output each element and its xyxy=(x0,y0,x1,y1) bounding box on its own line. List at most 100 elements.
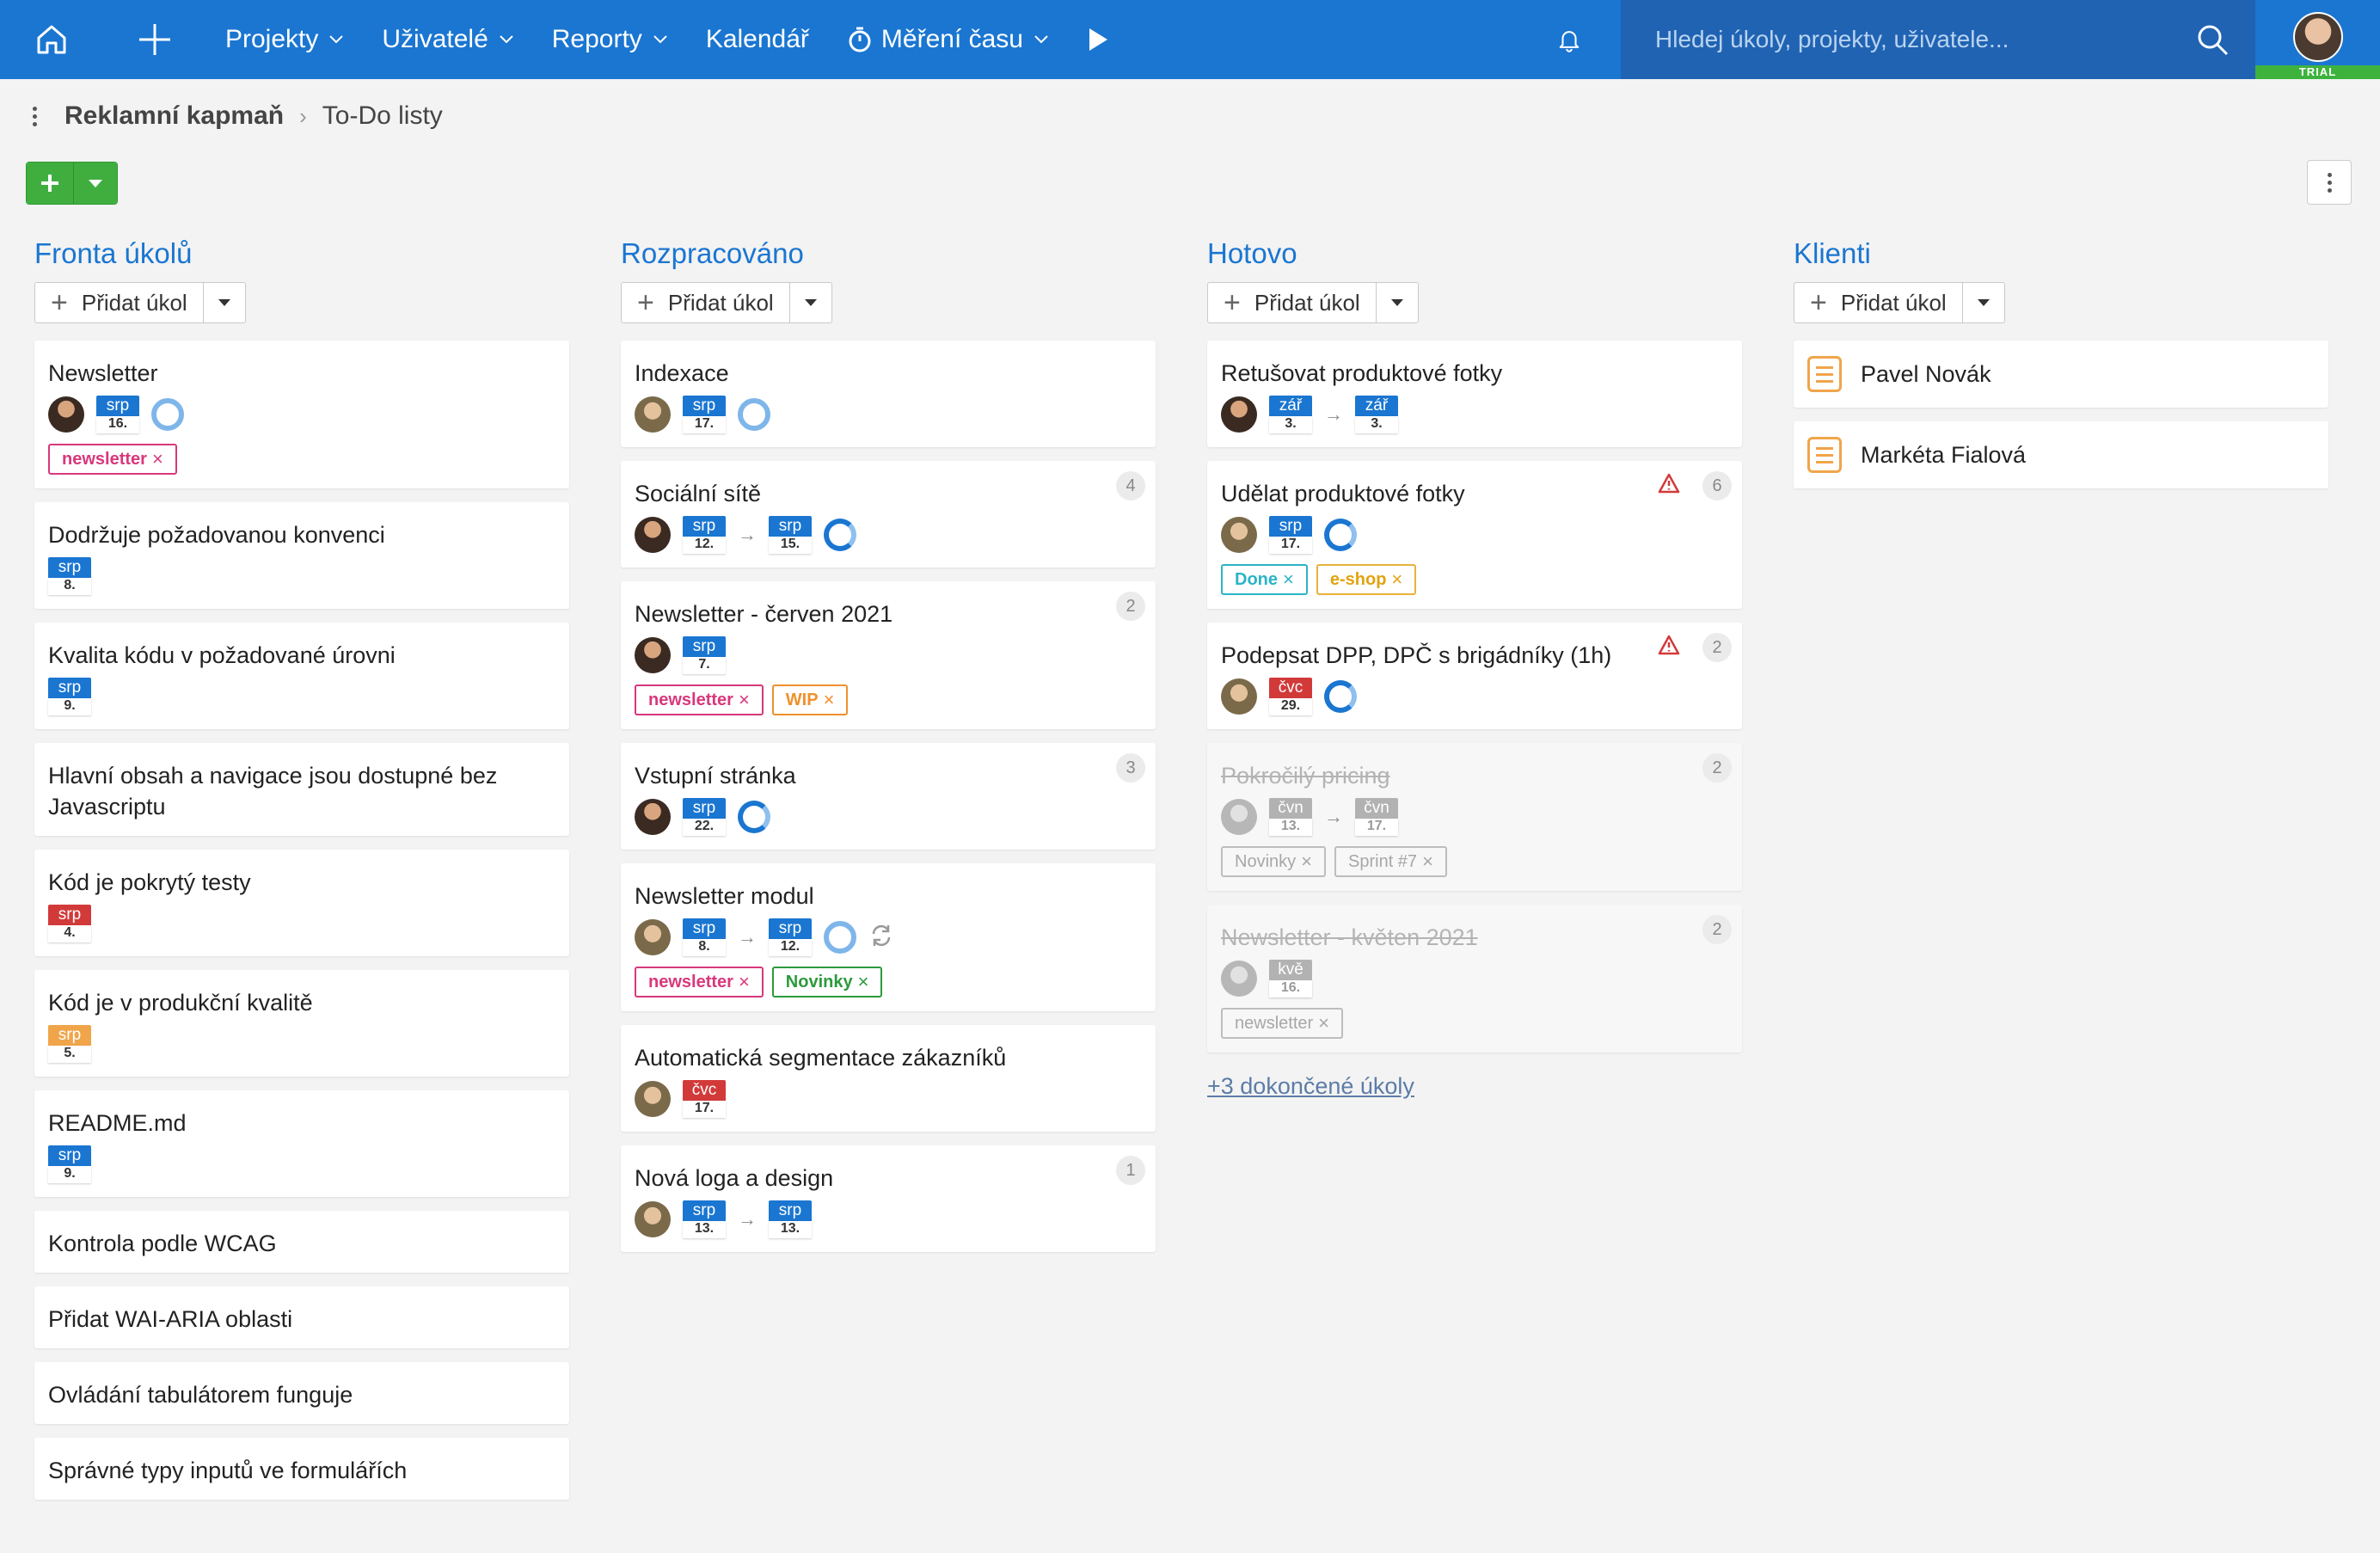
tag-chip[interactable]: Sprint #7 × xyxy=(1334,846,1447,877)
task-card[interactable]: Indexace srp 17. xyxy=(621,341,1156,447)
close-icon[interactable]: × xyxy=(152,448,163,470)
add-task-dropdown-button[interactable] xyxy=(204,283,245,322)
tag-chip[interactable]: Novinky × xyxy=(1221,846,1326,877)
task-card[interactable]: Newsletter modul srp 8. → srp 12. newsletter × N… xyxy=(621,863,1156,1011)
task-card[interactable]: Správné typy inputů ve formulářích xyxy=(34,1438,569,1500)
due-date-badge: srp 22. xyxy=(683,798,726,836)
nav-reports[interactable]: Reporty xyxy=(533,0,687,79)
task-card[interactable]: Newsletter srp 16. newsletter × xyxy=(34,341,569,488)
kebab-icon[interactable] xyxy=(33,106,37,126)
task-card[interactable]: Pokročilý pricing 2 čvn 13. → čvn 17. Novinky × S… xyxy=(1207,743,1742,891)
task-card[interactable]: Kód je pokrytý testy srp 4. xyxy=(34,850,569,956)
task-card[interactable]: Kontrola podle WCAG xyxy=(34,1211,569,1273)
task-card[interactable]: README.md srp 9. xyxy=(34,1090,569,1197)
progress-ring-icon xyxy=(824,519,856,551)
tag-chip[interactable]: newsletter × xyxy=(1221,1008,1344,1039)
task-card[interactable]: Retušovat produktové fotky zář 3. → zář 3. xyxy=(1207,341,1742,447)
add-task-dropdown-button[interactable] xyxy=(1377,283,1418,322)
task-card[interactable]: Kvalita kódu v požadované úrovni srp 9. xyxy=(34,623,569,729)
avatar[interactable] xyxy=(1221,678,1257,715)
task-card[interactable]: Newsletter - květen 2021 2 kvě 16. newslette… xyxy=(1207,905,1742,1053)
close-icon[interactable]: × xyxy=(858,971,869,993)
avatar[interactable] xyxy=(635,637,671,673)
date-month: zář xyxy=(1355,396,1398,416)
avatar[interactable] xyxy=(1221,799,1257,835)
task-card[interactable]: Vstupní stránka 3 srp 22. xyxy=(621,743,1156,850)
close-icon[interactable]: × xyxy=(739,689,750,711)
tag-chip[interactable]: newsletter × xyxy=(635,684,764,715)
close-icon[interactable]: × xyxy=(739,971,750,993)
tag-chip[interactable]: newsletter × xyxy=(635,967,764,997)
due-date-badge: srp 12. xyxy=(683,516,726,554)
tag-chip[interactable]: WIP × xyxy=(771,684,849,715)
add-list-dropdown-button[interactable] xyxy=(72,163,117,204)
task-card[interactable]: Automatická segmentace zákazníků čvc 17. xyxy=(621,1025,1156,1132)
add-task-label: Přidat úkol xyxy=(1254,289,1360,316)
tag-chip[interactable]: e-shop × xyxy=(1316,564,1417,595)
task-card[interactable]: Newsletter - červen 2021 2 srp 7. newsletter… xyxy=(621,581,1156,729)
close-icon[interactable]: × xyxy=(824,689,835,711)
add-task-button[interactable]: + Přidat úkol xyxy=(1208,283,1377,322)
progress-ring-icon xyxy=(151,398,184,431)
breadcrumb-current: To-Do listy xyxy=(322,101,443,130)
tag-chip[interactable]: newsletter × xyxy=(48,444,177,475)
user-menu[interactable]: TRIAL xyxy=(2255,0,2380,79)
task-card[interactable]: Kód je v produkční kvalitě srp 5. xyxy=(34,970,569,1077)
add-task-button[interactable]: + Přidat úkol xyxy=(35,283,204,322)
task-title: Sociální sítě xyxy=(635,481,762,506)
nav-projects[interactable]: Projekty xyxy=(206,0,363,79)
quick-add-button[interactable] xyxy=(103,0,206,79)
close-icon[interactable]: × xyxy=(1301,850,1312,873)
start-timer-button[interactable] xyxy=(1068,0,1128,79)
avatar[interactable] xyxy=(635,517,671,553)
task-card[interactable]: Podepsat DPP, DPČ s brigádníky (1h) 2 čvc 2… xyxy=(1207,623,1742,729)
task-card[interactable]: Dodržuje požadovanou konvenci srp 8. xyxy=(34,502,569,609)
task-card[interactable]: Hlavní obsah a navigace jsou dostupné be… xyxy=(34,743,569,836)
task-title: Kontrola podle WCAG xyxy=(48,1231,277,1256)
avatar[interactable] xyxy=(635,1081,671,1117)
arrow-right-icon: → xyxy=(738,926,757,948)
nav-calendar[interactable]: Kalendář xyxy=(687,0,828,79)
home-button[interactable] xyxy=(0,0,103,79)
avatar[interactable] xyxy=(1221,961,1257,997)
avatar[interactable] xyxy=(635,799,671,835)
arrow-right-icon: → xyxy=(738,524,757,545)
task-card[interactable]: Nová loga a design 1 srp 13. → srp 13. xyxy=(621,1145,1156,1252)
add-task-button[interactable]: + Přidat úkol xyxy=(622,283,790,322)
completed-tasks-link[interactable]: +3 dokončené úkoly xyxy=(1207,1073,1414,1100)
client-card[interactable]: Pavel Novák xyxy=(1794,341,2328,408)
avatar[interactable] xyxy=(1221,517,1257,553)
tag-chip[interactable]: Done × xyxy=(1221,564,1308,595)
close-icon[interactable]: × xyxy=(1318,1012,1329,1034)
add-list-button[interactable] xyxy=(27,163,73,204)
avatar[interactable] xyxy=(635,396,671,433)
task-card[interactable]: Přidat WAI-ARIA oblasti xyxy=(34,1286,569,1348)
close-icon[interactable]: × xyxy=(1283,568,1294,591)
add-task-dropdown-button[interactable] xyxy=(790,283,831,322)
nav-time-tracking[interactable]: Měření času xyxy=(828,0,1068,79)
avatar[interactable] xyxy=(635,1201,671,1237)
task-card[interactable]: Ovládání tabulátorem funguje xyxy=(34,1362,569,1424)
add-task-dropdown-button[interactable] xyxy=(1963,283,2004,322)
board-options-button[interactable] xyxy=(2307,160,2352,205)
column-2: Hotovo + Přidat úkol Retušovat produktové f… xyxy=(1199,232,1742,1100)
close-icon[interactable]: × xyxy=(1422,850,1433,873)
client-card[interactable]: Markéta Fialová xyxy=(1794,421,2328,488)
add-task-button[interactable]: + Přidat úkol xyxy=(1794,283,1963,322)
close-icon[interactable]: × xyxy=(1391,568,1402,591)
avatar[interactable] xyxy=(635,919,671,955)
task-title: Newsletter xyxy=(48,360,158,386)
breadcrumb-project[interactable]: Reklamní kapmaň xyxy=(64,101,284,131)
nav-projects-label: Projekty xyxy=(225,25,319,53)
task-card[interactable]: Sociální sítě 4 srp 12. → srp 15. xyxy=(621,461,1156,568)
nav-users[interactable]: Uživatelé xyxy=(363,0,532,79)
avatar[interactable] xyxy=(48,396,84,433)
add-task-split-button: + Přidat úkol xyxy=(621,282,832,323)
search-button[interactable] xyxy=(2169,0,2255,79)
notifications-button[interactable] xyxy=(1539,0,1599,79)
search-input[interactable] xyxy=(1621,0,2169,79)
tag-chip[interactable]: Novinky × xyxy=(771,967,883,997)
task-card[interactable]: Udělat produktové fotky 6 srp 17. Done × e-sho… xyxy=(1207,461,1742,609)
avatar[interactable] xyxy=(1221,396,1257,433)
plus-icon xyxy=(139,24,170,55)
